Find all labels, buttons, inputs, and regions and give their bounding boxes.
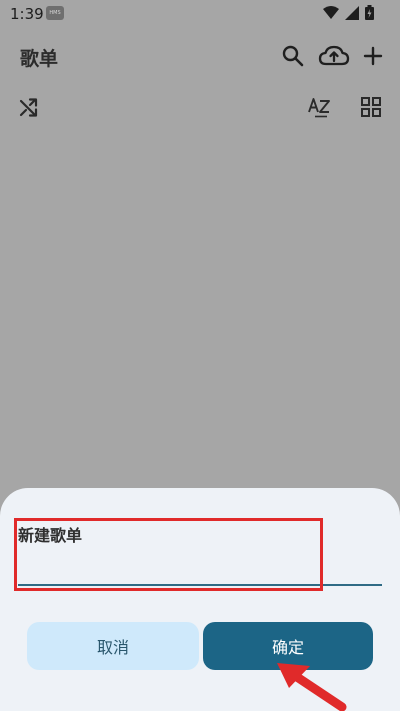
dialog-title: 新建歌单: [18, 526, 83, 545]
playlist-name-input[interactable]: [18, 548, 382, 586]
cancel-button[interactable]: 取消: [27, 622, 199, 670]
confirm-button[interactable]: 确定: [203, 622, 373, 670]
